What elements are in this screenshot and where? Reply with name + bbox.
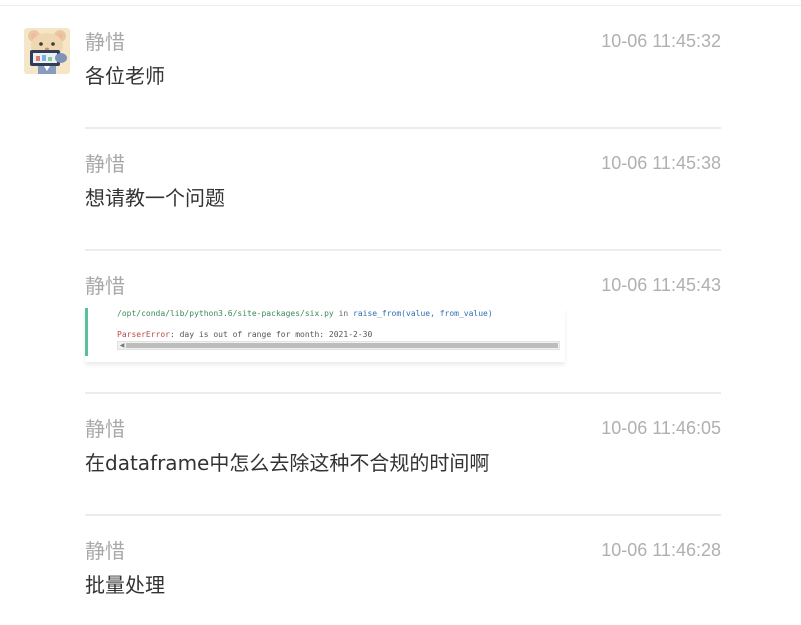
code-accent-bar	[85, 308, 88, 356]
message-timestamp: 10-06 11:46:05	[601, 418, 721, 438]
message-item: 静惜 10-06 11:45:38 想请教一个问题	[85, 150, 721, 222]
message-divider	[85, 514, 721, 516]
message-timestamp: 10-06 11:46:28	[601, 540, 721, 560]
message-divider	[85, 392, 721, 394]
message-image-code-screenshot[interactable]: /opt/conda/lib/python3.6/site-packages/s…	[85, 308, 565, 362]
sender-name[interactable]: 静惜	[85, 28, 125, 56]
sender-name[interactable]: 静惜	[85, 150, 125, 178]
scroll-left-arrow-icon[interactable]: ◀	[119, 342, 125, 349]
message-divider	[85, 249, 721, 251]
message-text: 各位老师	[85, 64, 165, 88]
cartoon-hamster-avatar-icon	[24, 28, 70, 74]
sender-name[interactable]: 静惜	[85, 415, 125, 443]
sender-name[interactable]: 静惜	[85, 272, 125, 300]
traceback-in-keyword: in	[333, 309, 354, 318]
message-item: 静惜 10-06 11:45:43 /opt/conda/lib/python3…	[85, 272, 721, 372]
message-text: 想请教一个问题	[85, 186, 225, 210]
message-divider	[85, 127, 721, 129]
message-text: 批量处理	[85, 573, 165, 597]
traceback-line: /opt/conda/lib/python3.6/site-packages/s…	[117, 309, 493, 319]
user-avatar[interactable]	[24, 28, 70, 74]
message-timestamp: 10-06 11:45:38	[601, 153, 721, 173]
message-item: 静惜 10-06 11:45:32 各位老师	[85, 28, 721, 100]
message-text: 在dataframe中怎么去除这种不合规的时间啊	[85, 451, 490, 475]
message-timestamp: 10-06 11:45:43	[601, 275, 721, 295]
error-message: : day is out of range for month: 2021-2-…	[169, 330, 373, 339]
chat-history: 静惜 10-06 11:45:32 各位老师 静惜 10-06 11:45:38…	[0, 0, 801, 625]
scrollbar-thumb[interactable]	[126, 343, 558, 348]
message-item: 静惜 10-06 11:46:28 批量处理	[85, 537, 721, 609]
sender-name[interactable]: 静惜	[85, 537, 125, 565]
message-timestamp: 10-06 11:45:32	[601, 31, 721, 51]
message-item: 静惜 10-06 11:46:05 在dataframe中怎么去除这种不合规的时…	[85, 415, 721, 487]
top-divider	[0, 5, 801, 6]
traceback-function: raise_from(value, from_value)	[353, 309, 493, 318]
error-type: ParserError	[117, 330, 170, 339]
traceback-file-path: /opt/conda/lib/python3.6/site-packages/s…	[117, 309, 334, 318]
horizontal-scrollbar[interactable]: ◀	[117, 341, 560, 350]
error-line: ParserError: day is out of range for mon…	[117, 330, 372, 340]
